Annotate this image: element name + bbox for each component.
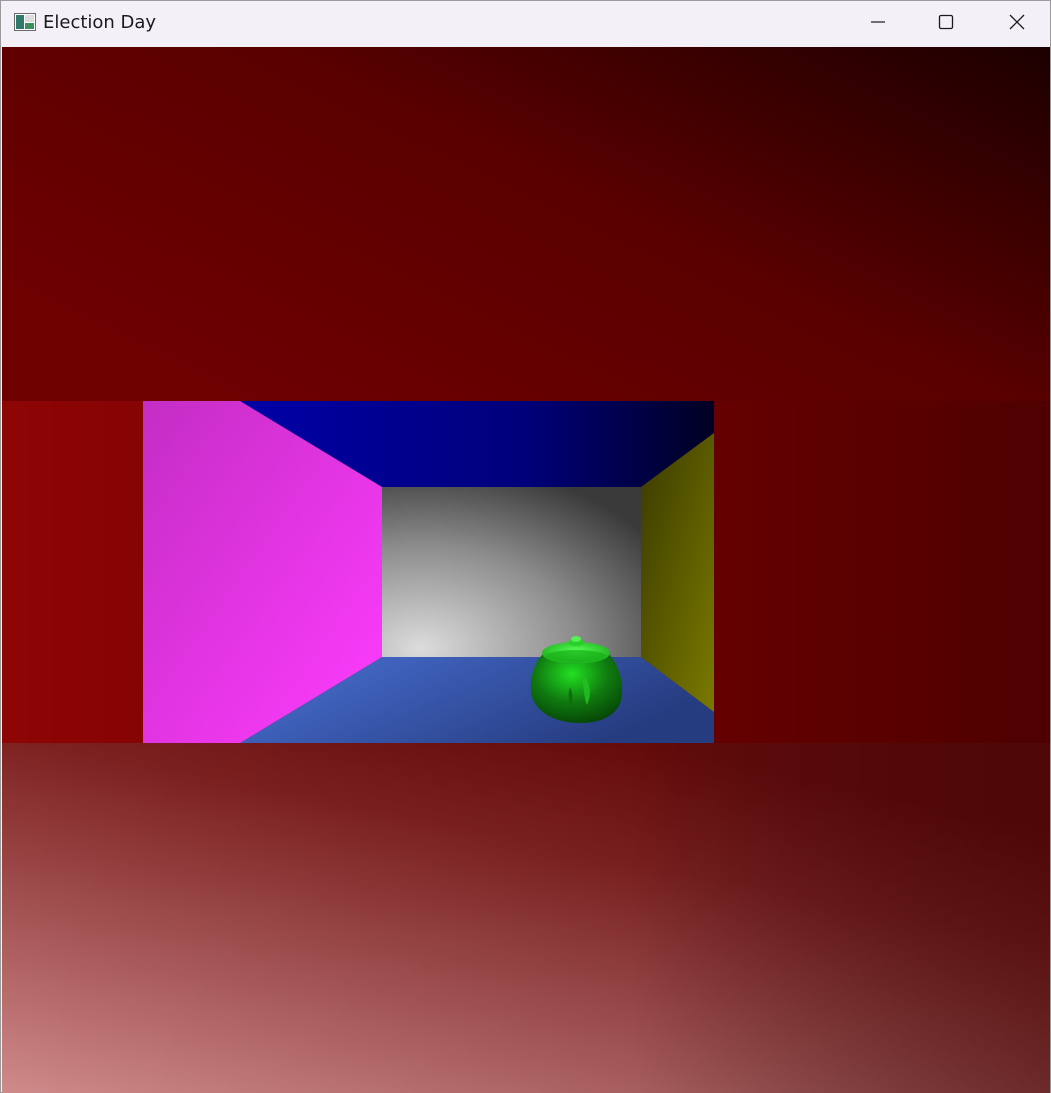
render-viewport[interactable]	[2, 47, 1050, 1093]
teapot-knob-top	[571, 636, 581, 642]
app-window: Election Day	[0, 0, 1051, 1093]
maximize-icon	[937, 13, 955, 35]
minimize-icon	[869, 13, 887, 35]
ground-shade	[2, 743, 1050, 1093]
close-button[interactable]	[982, 1, 1051, 46]
window-app-icon	[14, 13, 36, 31]
title-bar[interactable]: Election Day	[1, 1, 1050, 46]
maximize-button[interactable]	[911, 1, 981, 46]
minimize-button[interactable]	[843, 1, 913, 46]
back-wall-face	[382, 487, 641, 657]
cornell-box	[143, 401, 714, 743]
teapot-lid-rim	[546, 650, 606, 662]
window-title: Election Day	[43, 12, 157, 33]
backdrop-upper	[2, 47, 1050, 401]
scene-canvas	[2, 47, 1050, 1093]
close-icon	[1008, 13, 1026, 35]
